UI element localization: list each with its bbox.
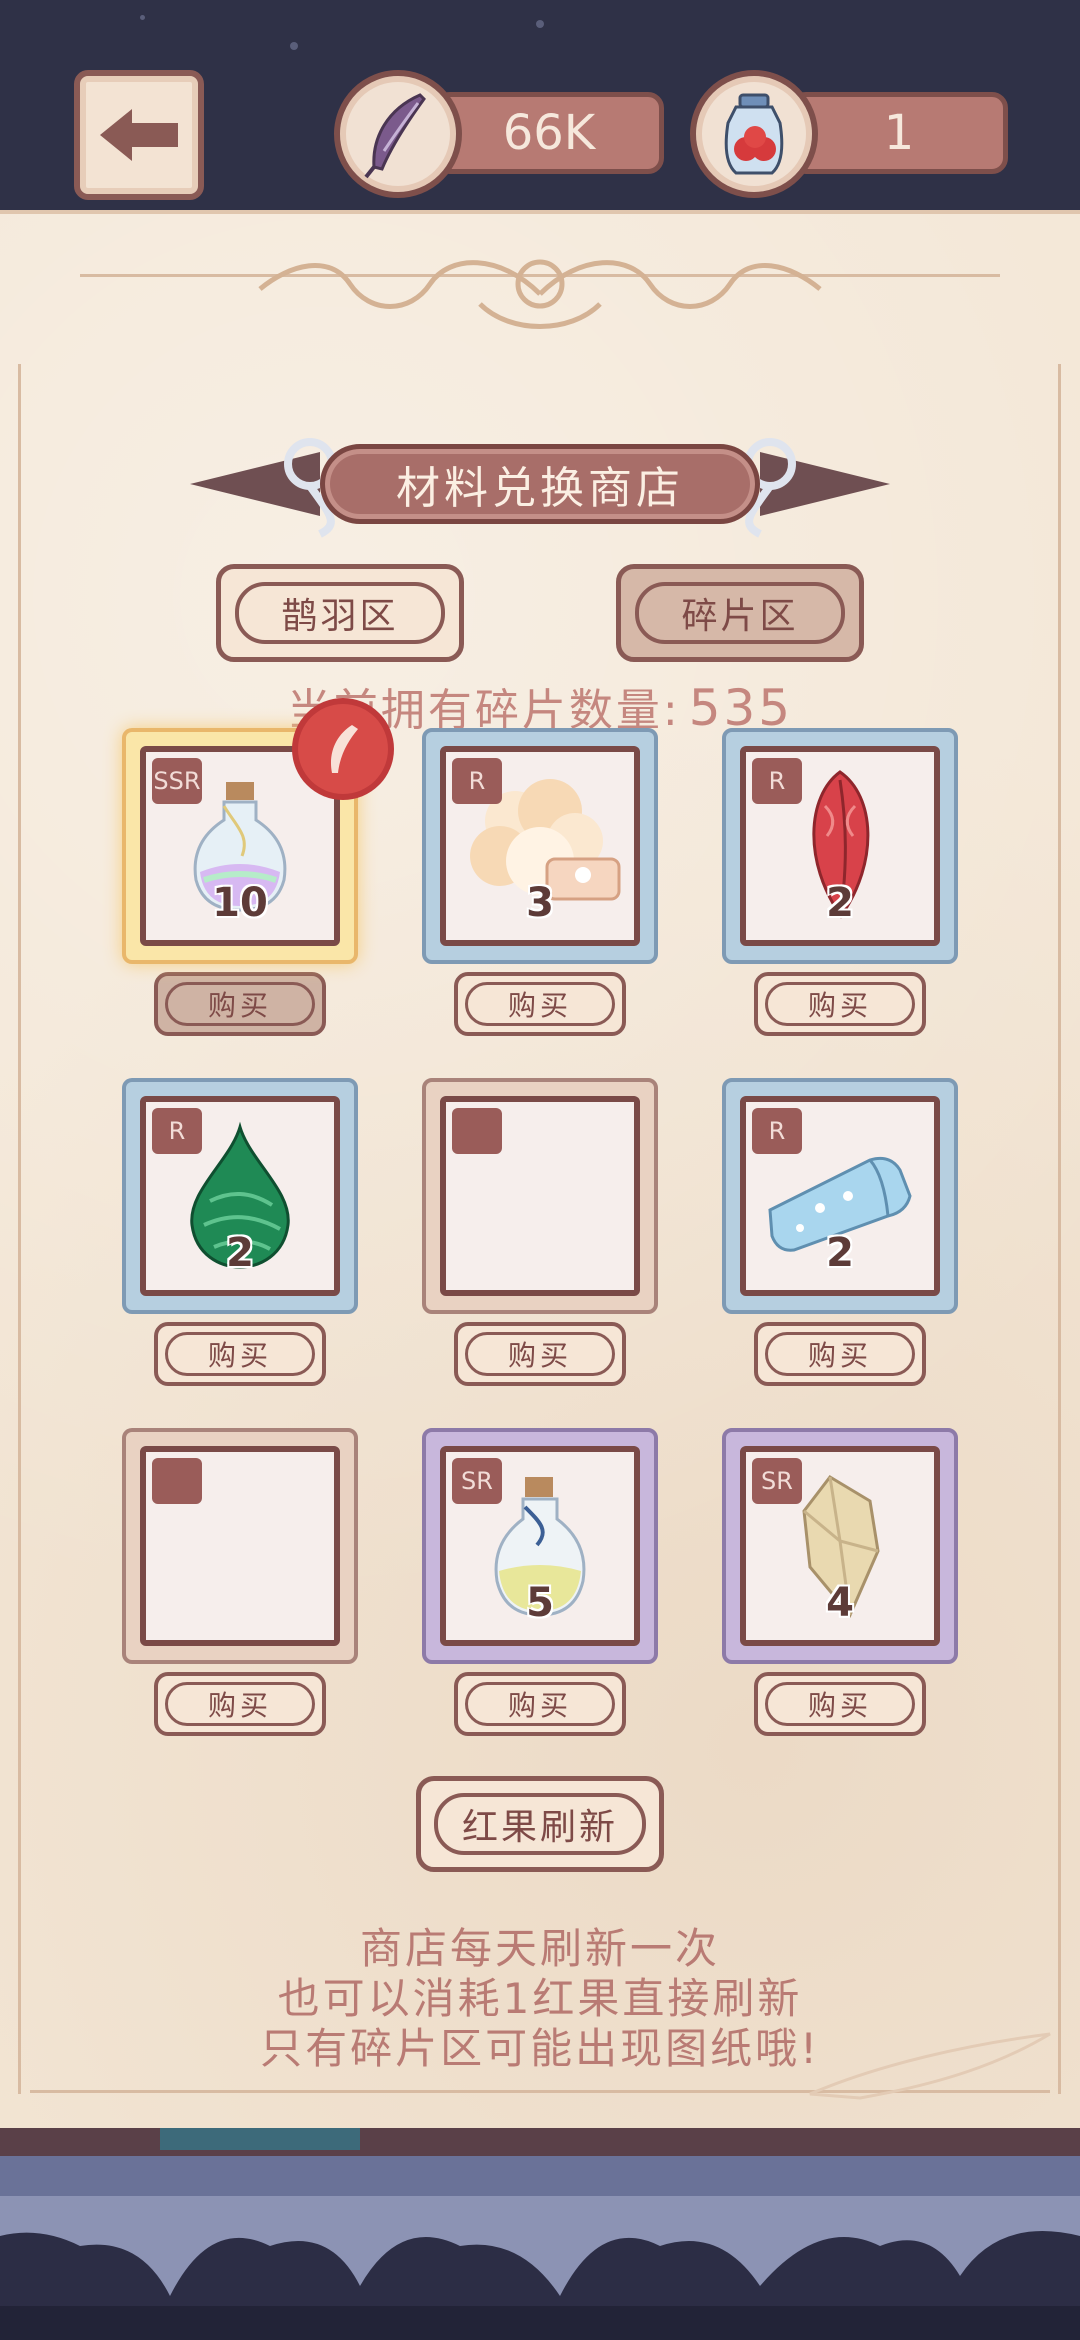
shop-item: SSR 10 购买 — [122, 704, 388, 1036]
shop-item: R 2 购买 — [722, 728, 958, 1036]
rarity-badge: SR — [452, 1458, 502, 1504]
shop-item: R 3 购买 — [422, 728, 658, 1036]
panel-border — [18, 364, 21, 2094]
feather-icon — [334, 70, 462, 198]
tab-feather-zone-label: 鹊羽区 — [235, 582, 445, 644]
buy-button[interactable]: 购买 — [154, 1322, 326, 1386]
star-decoration — [290, 42, 298, 50]
shop-item: SR 5 购买 — [422, 1428, 658, 1736]
berry-jar-icon — [690, 70, 818, 198]
item-count: 2 — [826, 1230, 854, 1276]
buy-button-label: 购买 — [765, 982, 915, 1026]
rarity-badge: SR — [752, 1458, 802, 1504]
star-decoration — [140, 15, 145, 20]
buy-button[interactable]: 购买 — [154, 972, 326, 1036]
shop-item: 购买 — [122, 1428, 358, 1736]
rarity-badge: SSR — [152, 758, 202, 804]
top-bar: 66K 1 — [0, 0, 1080, 215]
buy-button-label: 购买 — [165, 1682, 315, 1726]
buy-button-label: 购买 — [165, 1332, 315, 1376]
shelf-book — [160, 2128, 360, 2150]
shop-item: SR 4 购买 — [722, 1428, 958, 1736]
item-card[interactable]: R 2 — [722, 728, 958, 964]
shop-item: 购买 — [422, 1078, 658, 1386]
feather-count: 66K — [434, 92, 664, 174]
item-card[interactable]: SR 4 — [722, 1428, 958, 1664]
rarity-badge: R — [752, 1108, 802, 1154]
rarity-badge: R — [452, 758, 502, 804]
berry-count: 1 — [790, 92, 1008, 174]
tab-fragment-zone-label: 碎片区 — [635, 582, 845, 644]
title-banner: 材料兑换商店 — [190, 424, 890, 544]
panel-border — [1058, 364, 1061, 2094]
item-card[interactable]: R 2 — [122, 1078, 358, 1314]
back-button[interactable] — [74, 70, 204, 200]
rarity-badge: R — [752, 758, 802, 804]
buy-button[interactable]: 购买 — [454, 1672, 626, 1736]
shop-item: R 2 购买 — [122, 1078, 358, 1386]
buy-button-label: 购买 — [465, 1682, 615, 1726]
buy-button[interactable]: 购买 — [754, 1322, 926, 1386]
rarity-badge — [152, 1458, 202, 1504]
cave-decoration — [0, 2156, 1080, 2340]
item-card[interactable]: SSR 10 — [122, 704, 388, 964]
item-count: 5 — [526, 1580, 554, 1626]
item-count: 2 — [826, 880, 854, 926]
rarity-badge: R — [152, 1108, 202, 1154]
buy-button-label: 购买 — [165, 982, 315, 1026]
buy-button-label: 购买 — [765, 1682, 915, 1726]
item-card[interactable]: SR 5 — [422, 1428, 658, 1664]
page-title: 材料兑换商店 — [320, 444, 760, 524]
background-scene — [0, 2128, 1080, 2340]
buy-button-label: 购买 — [465, 1332, 615, 1376]
ornament-decoration — [258, 259, 822, 329]
item-card[interactable]: R 3 — [422, 728, 658, 964]
buy-button[interactable]: 购买 — [754, 1672, 926, 1736]
item-card[interactable] — [422, 1078, 658, 1314]
sold-out-seal-icon — [298, 704, 388, 794]
note-line: 商店每天刷新一次 — [359, 1924, 720, 1973]
buy-button-label: 购买 — [465, 982, 615, 1026]
tab-feather-zone[interactable]: 鹊羽区 — [216, 564, 464, 662]
quill-decoration-icon — [809, 2032, 1051, 2100]
item-count: 4 — [826, 1580, 854, 1626]
berry-resource: 1 — [690, 70, 1020, 200]
item-card[interactable] — [122, 1428, 358, 1664]
buy-button[interactable]: 购买 — [454, 972, 626, 1036]
item-count: 3 — [526, 880, 554, 926]
arrow-left-icon — [100, 109, 178, 161]
berry-refresh-label: 红果刷新 — [434, 1793, 646, 1855]
berry-refresh-button[interactable]: 红果刷新 — [416, 1776, 664, 1872]
note-line: 也可以消耗1红果直接刷新 — [277, 1974, 803, 2023]
shop-item: R 2 购买 — [722, 1078, 958, 1386]
shop-panel: 材料兑换商店 鹊羽区 碎片区 当前拥有碎片数量: 535 SSR 10 购买 R… — [0, 210, 1080, 2130]
item-card[interactable]: R 2 — [722, 1078, 958, 1314]
tab-fragment-zone[interactable]: 碎片区 — [616, 564, 864, 662]
buy-button[interactable]: 购买 — [154, 1672, 326, 1736]
item-count: 2 — [226, 1230, 254, 1276]
feather-resource: 66K — [334, 70, 664, 200]
item-count: 10 — [212, 880, 268, 926]
rarity-badge — [452, 1108, 502, 1154]
star-decoration — [536, 20, 544, 28]
buy-button[interactable]: 购买 — [754, 972, 926, 1036]
buy-button[interactable]: 购买 — [454, 1322, 626, 1386]
buy-button-label: 购买 — [765, 1332, 915, 1376]
